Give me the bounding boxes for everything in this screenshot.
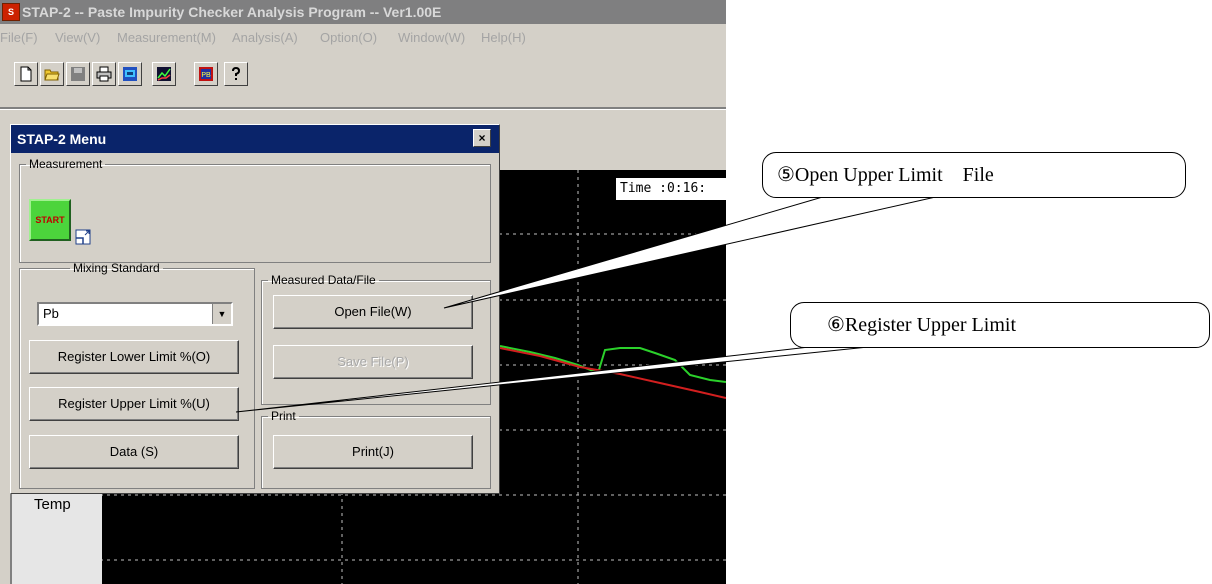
callout-leader-lines — [235, 195, 941, 413]
callout-open-upper-limit-file: ⑤Open Upper Limit File — [762, 152, 1186, 198]
callout-register-upper-limit: ⑥Register Upper Limit — [790, 302, 1210, 348]
callout-pointer-open-file — [443, 195, 941, 309]
callout-pointer-register-upper — [235, 345, 879, 413]
